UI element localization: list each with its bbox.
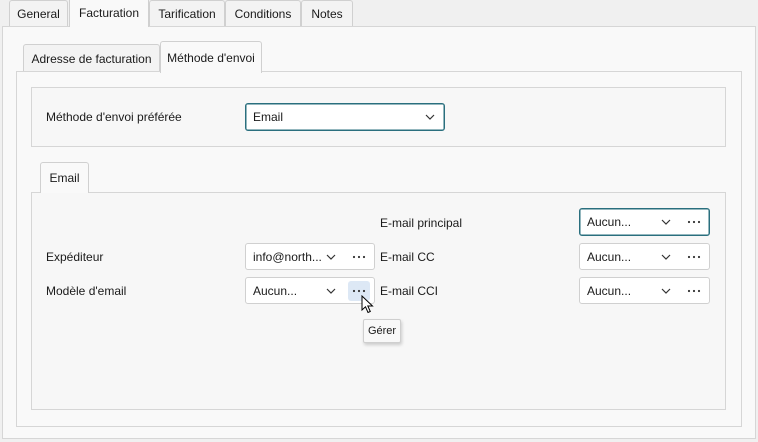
chevron-down-icon [425, 114, 435, 120]
email-cc-select[interactable]: Aucun... [579, 243, 710, 270]
more-icon [687, 220, 701, 224]
chevron-down-icon [661, 254, 671, 260]
tab-tarification-label: Tarification [158, 7, 216, 21]
more-icon [687, 289, 701, 293]
sender-more-button[interactable] [348, 247, 370, 267]
tab-facturation[interactable]: Facturation [69, 0, 149, 27]
preferred-method-label: Méthode d'envoi préférée [46, 110, 182, 124]
subtab-methode-envoi-label: Méthode d'envoi [167, 50, 255, 65]
email-cci-value: Aucun... [587, 284, 632, 298]
tab-notes-label: Notes [311, 7, 343, 21]
subtab-adresse-facturation-label: Adresse de facturation [31, 51, 152, 66]
tab-email-label: Email [49, 171, 80, 185]
tab-facturation-label: Facturation [78, 5, 140, 20]
chevron-down-icon [661, 288, 671, 294]
tab-conditions-label: Conditions [234, 7, 292, 21]
template-label: Modèle d'email [46, 284, 127, 298]
email-cci-select[interactable]: Aucun... [579, 277, 710, 304]
email-cc-value: Aucun... [587, 250, 632, 264]
more-icon [352, 255, 366, 259]
tab-email[interactable]: Email [40, 162, 89, 193]
email-cci-more-button[interactable] [683, 281, 705, 301]
manage-tooltip: Gérer [363, 319, 401, 343]
email-principal-select[interactable]: Aucun... [579, 208, 710, 236]
mouse-cursor-icon [361, 295, 374, 314]
email-principal-value: Aucun... [587, 215, 632, 229]
chevron-down-icon [661, 219, 671, 225]
sender-label: Expéditeur [46, 250, 104, 264]
template-select[interactable]: Aucun... [245, 277, 375, 304]
chevron-down-icon [326, 254, 336, 260]
tab-conditions[interactable]: Conditions [225, 0, 301, 27]
template-value: Aucun... [253, 284, 298, 298]
tab-general[interactable]: General [9, 0, 68, 27]
tab-tarification[interactable]: Tarification [149, 0, 225, 27]
more-icon [687, 255, 701, 259]
tooltip-text: Gérer [367, 325, 397, 337]
tab-notes[interactable]: Notes [301, 0, 353, 27]
sender-value: info@north... [253, 250, 322, 264]
email-principal-label: E-mail principal [380, 216, 463, 230]
tab-general-label: General [17, 7, 60, 21]
email-cc-label: E-mail CC [380, 250, 435, 264]
subtab-adresse-facturation[interactable]: Adresse de facturation [23, 44, 160, 72]
preferred-method-select[interactable]: Email [245, 103, 445, 131]
subtab-methode-envoi[interactable]: Méthode d'envoi [160, 41, 262, 73]
more-icon [352, 289, 366, 293]
email-cci-label: E-mail CCI [380, 284, 439, 298]
email-cc-more-button[interactable] [683, 247, 705, 267]
sender-select[interactable]: info@north... [245, 243, 375, 270]
chevron-down-icon [326, 288, 336, 294]
preferred-method-value: Email [253, 110, 284, 124]
email-principal-more-button[interactable] [683, 212, 705, 232]
